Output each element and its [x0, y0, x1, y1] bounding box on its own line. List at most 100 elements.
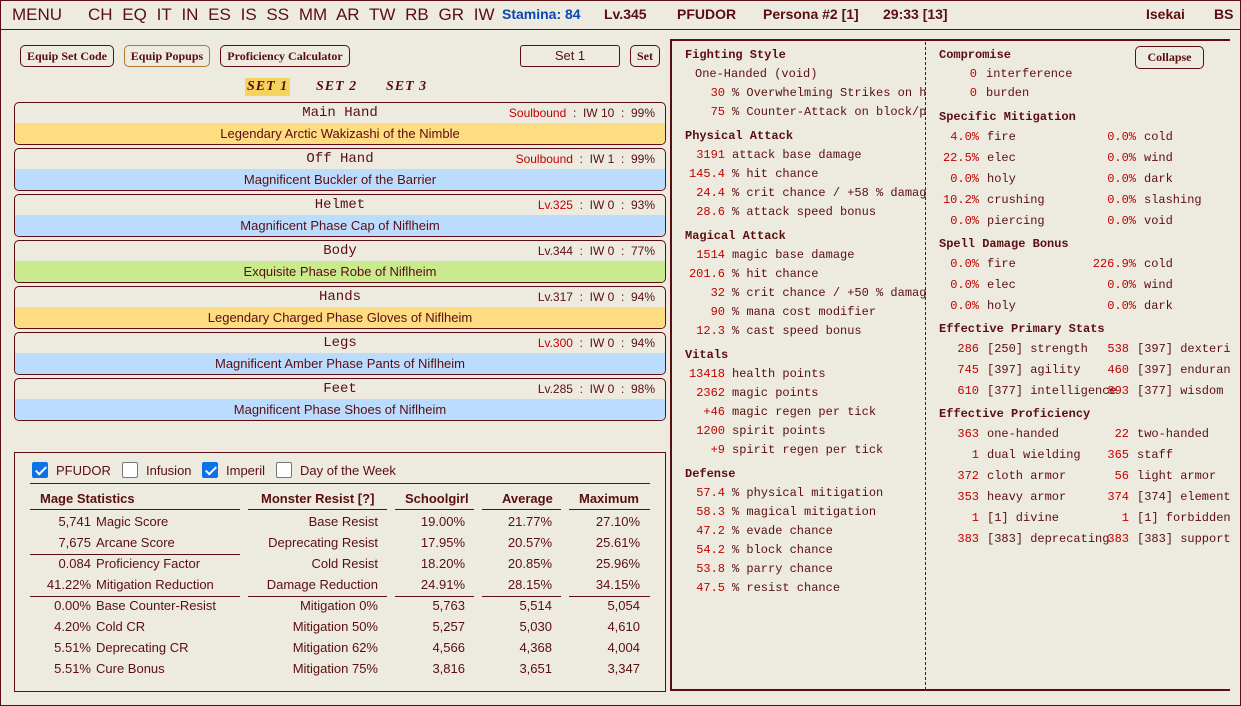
- slot-body[interactable]: Body Lv.344 : IW 0 : 77% Exquisite Phase…: [14, 240, 666, 283]
- filter-imperil[interactable]: Imperil: [202, 462, 265, 478]
- divider: [395, 596, 474, 597]
- stat-line: 745 [397] agility 460 [397] enduran: [939, 360, 1231, 381]
- set-name-input[interactable]: Set 1: [520, 45, 620, 67]
- section-title-vitals: Vitals: [685, 348, 729, 362]
- nav-link-mm[interactable]: MM: [299, 5, 327, 24]
- nav-link-ch[interactable]: CH: [88, 5, 113, 24]
- stat-label: wind: [1144, 278, 1173, 292]
- nav-link-es[interactable]: ES: [208, 5, 231, 24]
- slot-main-hand[interactable]: Main Hand Soulbound : IW 10 : 99% Legend…: [14, 102, 666, 145]
- section-title-fighting-style: Fighting Style: [685, 48, 786, 62]
- mage-stat-value: 5.51%: [54, 661, 91, 676]
- stat-value: +46: [703, 405, 725, 419]
- equip-set-code-button[interactable]: Equip Set Code: [20, 45, 114, 67]
- checkbox[interactable]: [276, 462, 292, 478]
- average-value: 20.57%: [507, 535, 552, 550]
- stat-label: [1] forbidden: [1137, 511, 1231, 525]
- stats-column-left: Fighting Style One-Handed (void) 30 % Overw…: [685, 46, 926, 598]
- menu-button[interactable]: MENU: [12, 5, 62, 25]
- tab-set-3[interactable]: SET 3: [384, 78, 429, 96]
- stat-label: heavy armor: [987, 490, 1067, 504]
- schoolgirl-value: 19.00%: [420, 514, 465, 529]
- nav-link-tw[interactable]: TW: [369, 5, 395, 24]
- proficiency-calculator-button[interactable]: Proficiency Calculator: [220, 45, 350, 67]
- tab-set-1[interactable]: SET 1: [245, 78, 291, 96]
- mage-stats-panel: PFUDOR Infusion Imperil Day of the Week …: [14, 452, 666, 692]
- slot-feet[interactable]: Feet Lv.285 : IW 0 : 98% Magnificent Pha…: [14, 378, 666, 421]
- stat-line: 1514 magic base damage: [685, 246, 926, 265]
- checkbox[interactable]: [32, 462, 48, 478]
- resist-label: Mitigation 50%: [292, 619, 378, 634]
- stat-value: +9: [710, 443, 725, 457]
- nav-link-in[interactable]: IN: [181, 5, 198, 24]
- item-name[interactable]: Legendary Arctic Wakizashi of the Nimble: [15, 123, 665, 144]
- slot-legs[interactable]: Legs Lv.300 : IW 0 : 94% Magnificent Amb…: [14, 332, 666, 375]
- maximum-value: 4,004: [607, 640, 640, 655]
- maximum-value: 4,610: [607, 619, 640, 634]
- nav-link-it[interactable]: IT: [157, 5, 172, 24]
- stat-value: 47.5: [696, 581, 725, 595]
- equip-popups-button[interactable]: Equip Popups: [124, 45, 210, 67]
- stat-value: 75: [710, 105, 725, 119]
- schoolgirl-value: 17.95%: [420, 535, 465, 550]
- stat-value: 201.6: [688, 267, 725, 281]
- stat-label: magic base damage: [732, 248, 855, 262]
- nav-link-eq[interactable]: EQ: [122, 5, 147, 24]
- slot-helmet[interactable]: Helmet Lv.325 : IW 0 : 93% Magnificent P…: [14, 194, 666, 237]
- filter-infusion[interactable]: Infusion: [122, 462, 192, 478]
- stat-label: attack base damage: [732, 148, 862, 162]
- stat-line: 28.6 % attack speed bonus: [685, 203, 926, 222]
- slot-off-hand[interactable]: Off Hand Soulbound : IW 1 : 99% Magnific…: [14, 148, 666, 191]
- level-readout: Lv.345: [604, 6, 647, 22]
- stat-line: 0.0% holy 0.0% dark: [939, 169, 1231, 190]
- stat-line: 12.3 % cast speed bonus: [685, 322, 926, 341]
- stat-line: 610 [377] intelligence 893 [377] wisdom: [939, 381, 1231, 402]
- nav-link-is[interactable]: IS: [241, 5, 257, 24]
- item-name[interactable]: Exquisite Phase Robe of Niflheim: [15, 261, 665, 282]
- stat-line: 22.5% elec 0.0% wind: [939, 148, 1231, 169]
- slot-meta: Lv.344 : IW 0 : 77%: [537, 244, 655, 258]
- stat-value: 47.2: [696, 524, 725, 538]
- stat-line: 47.2 % evade chance: [685, 522, 926, 541]
- stat-label: [377] wisdom: [1137, 384, 1224, 398]
- nav-link-iw[interactable]: IW: [474, 5, 495, 24]
- nav-link-ss[interactable]: SS: [266, 5, 289, 24]
- stat-value: 0: [969, 67, 977, 81]
- bs-link[interactable]: BS: [1214, 6, 1233, 22]
- slot-hands[interactable]: Hands Lv.317 : IW 0 : 94% Legendary Char…: [14, 286, 666, 329]
- item-name[interactable]: Magnificent Amber Phase Pants of Niflhei…: [15, 353, 665, 374]
- mage-stat-label: Proficiency Factor: [96, 556, 201, 571]
- persona-selector[interactable]: Persona #2 [1]: [763, 6, 859, 22]
- item-name[interactable]: Magnificent Buckler of the Barrier: [15, 169, 665, 190]
- stat-line: 372 cloth armor 56 light armor: [939, 466, 1231, 487]
- stat-line: 10.2% crushing 0.0% slashing: [939, 190, 1231, 211]
- stat-line: 0.0% holy 0.0% dark: [939, 296, 1231, 317]
- filter-pfudor[interactable]: PFUDOR: [32, 462, 111, 478]
- checkbox[interactable]: [202, 462, 218, 478]
- schoolgirl-value: 5,257: [432, 619, 465, 634]
- stat-line: 145.4 % hit chance: [685, 165, 926, 184]
- clock-readout: 29:33 [13]: [883, 6, 948, 22]
- stat-label: two-handed: [1137, 427, 1210, 441]
- stat-value: 226.9%: [1092, 257, 1136, 271]
- stat-label: [250] strength: [987, 342, 1088, 356]
- stat-value: 745: [957, 363, 979, 377]
- item-name[interactable]: Legendary Charged Phase Gloves of Niflhe…: [15, 307, 665, 328]
- stat-value: 363: [957, 427, 979, 441]
- nav-link-ar[interactable]: AR: [336, 5, 360, 24]
- nav-link-rb[interactable]: RB: [405, 5, 429, 24]
- nav-link-gr[interactable]: GR: [439, 5, 465, 24]
- average-value: 5,514: [519, 598, 552, 613]
- stat-label: cold: [1144, 257, 1173, 271]
- stat-label: holy: [987, 299, 1016, 313]
- col-header-monster-resist[interactable]: Monster Resist [?]: [261, 491, 374, 506]
- filter-day-of-week[interactable]: Day of the Week: [276, 462, 396, 478]
- tab-set-2[interactable]: SET 2: [314, 78, 359, 96]
- stat-value: 383: [1107, 532, 1129, 546]
- section-title-proficiency: Effective Proficiency: [939, 407, 1091, 421]
- checkbox[interactable]: [122, 462, 138, 478]
- set-button[interactable]: Set: [630, 45, 660, 67]
- item-name[interactable]: Magnificent Phase Shoes of Niflheim: [15, 399, 665, 420]
- stat-value: 0.0%: [1107, 151, 1136, 165]
- item-name[interactable]: Magnificent Phase Cap of Niflheim: [15, 215, 665, 236]
